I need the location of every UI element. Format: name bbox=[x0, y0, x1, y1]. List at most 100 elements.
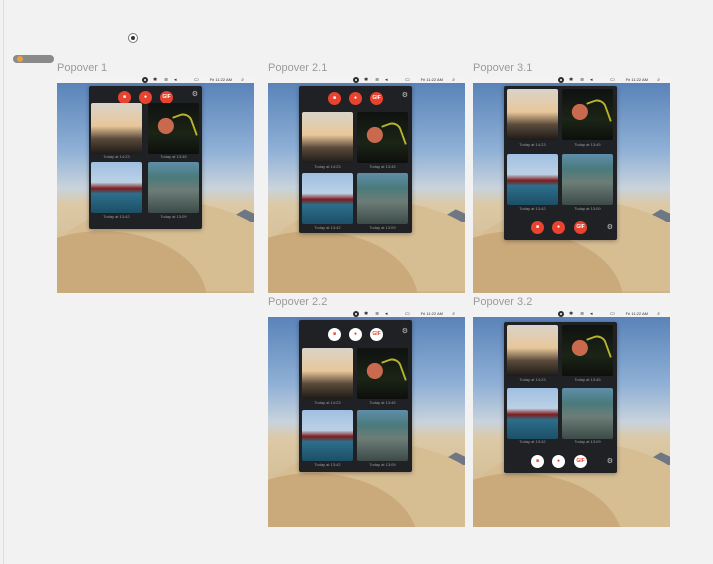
menu-clock[interactable]: Fri 11:22 AM bbox=[421, 311, 443, 317]
menu-clock[interactable]: Fri 11:22 AM bbox=[421, 77, 443, 83]
wifi-icon[interactable]: ≋ bbox=[375, 77, 379, 83]
capture-timestamp: Today at 13:45 bbox=[160, 154, 187, 159]
battery-icon[interactable]: ▭ bbox=[610, 311, 615, 317]
capture-timestamp: Today at 13:09 bbox=[369, 462, 396, 467]
capture-thumbnail[interactable] bbox=[357, 348, 408, 399]
settings-gear-icon[interactable]: ⚙ bbox=[402, 328, 408, 335]
bluetooth-icon[interactable]: ✱ bbox=[364, 311, 368, 317]
capture-thumbnail[interactable] bbox=[562, 89, 613, 140]
capture-thumbnail[interactable] bbox=[91, 162, 142, 213]
capture-thumbnail[interactable] bbox=[507, 154, 558, 205]
artboard-title-popover-3-2[interactable]: Popover 3.2 bbox=[473, 296, 532, 308]
menu-clock[interactable]: Fri 11:22 AM bbox=[626, 311, 648, 317]
capture-thumbnail[interactable] bbox=[562, 154, 613, 205]
wifi-icon[interactable]: ≋ bbox=[580, 311, 584, 317]
artboard-title-popover-2-2[interactable]: Popover 2.2 bbox=[268, 296, 327, 308]
capture-thumbnail[interactable] bbox=[302, 112, 353, 163]
capture-thumbnail[interactable] bbox=[302, 348, 353, 399]
capture-thumbnail[interactable] bbox=[148, 162, 199, 213]
volume-icon[interactable]: ◂ bbox=[385, 311, 388, 317]
record-gif-button[interactable]: GIF bbox=[574, 455, 587, 468]
menu-clock[interactable]: Fri 11:22 AM bbox=[626, 77, 648, 83]
capture-timestamp: Today at 14:23 bbox=[314, 164, 341, 169]
capture-timestamp: Today at 14:23 bbox=[314, 400, 341, 405]
record-video-button[interactable]: ■ bbox=[328, 92, 341, 105]
app-menu-icon[interactable] bbox=[558, 77, 564, 83]
app-menu-icon[interactable] bbox=[353, 77, 359, 83]
capture-thumbnail[interactable] bbox=[148, 103, 199, 154]
record-gif-button[interactable]: GIF bbox=[574, 221, 587, 234]
capture-thumbnail[interactable] bbox=[357, 173, 408, 224]
capture-thumbnail[interactable] bbox=[507, 325, 558, 376]
record-video-button[interactable]: ■ bbox=[328, 328, 341, 341]
screenshot-button[interactable]: ● bbox=[552, 221, 565, 234]
artboard-popover-2-2[interactable]: ✱ ≋ ◂ ▭ Fri 11:22 AM ⌕ ■ ● GIF ⚙ Today a… bbox=[268, 311, 465, 527]
search-icon[interactable]: ⌕ bbox=[241, 77, 244, 83]
bluetooth-icon[interactable]: ✱ bbox=[569, 311, 573, 317]
record-video-button[interactable]: ■ bbox=[531, 455, 544, 468]
artboard-popover-3-1[interactable]: ✱ ≋ ◂ ▭ Fri 11:22 AM ⌕ Today at 14:23 To… bbox=[473, 77, 670, 293]
battery-icon[interactable]: ▭ bbox=[405, 77, 410, 83]
record-video-button[interactable]: ■ bbox=[531, 221, 544, 234]
settings-gear-icon[interactable]: ⚙ bbox=[192, 91, 198, 98]
settings-gear-icon[interactable]: ⚙ bbox=[607, 224, 613, 231]
volume-icon[interactable]: ◂ bbox=[590, 77, 593, 83]
status-pill[interactable] bbox=[13, 55, 54, 63]
popover-panel: ■ ● GIF ⚙ Today at 14:23 Today at 13:45 … bbox=[89, 86, 202, 229]
bluetooth-icon[interactable]: ✱ bbox=[364, 77, 368, 83]
wifi-icon[interactable]: ≋ bbox=[164, 77, 168, 83]
popover-panel: ■ ● GIF ⚙ Today at 14:23 Today at 13:45 … bbox=[299, 320, 412, 472]
search-icon[interactable]: ⌕ bbox=[657, 311, 660, 317]
settings-gear-icon[interactable]: ⚙ bbox=[402, 92, 408, 99]
artboard-title-popover-2-1[interactable]: Popover 2.1 bbox=[268, 62, 327, 74]
menu-clock[interactable]: Fri 11:22 AM bbox=[210, 77, 232, 83]
capture-toolbar: ■ ● GIF ⚙ bbox=[504, 451, 617, 474]
app-menu-icon[interactable] bbox=[353, 311, 359, 317]
capture-thumbnail[interactable] bbox=[507, 89, 558, 140]
volume-icon[interactable]: ◂ bbox=[590, 311, 593, 317]
capture-timestamp: Today at 14:23 bbox=[519, 377, 546, 382]
screenshot-button[interactable]: ● bbox=[552, 455, 565, 468]
wifi-icon[interactable]: ≋ bbox=[580, 77, 584, 83]
capture-thumbnail[interactable] bbox=[91, 103, 142, 154]
capture-thumbnail[interactable] bbox=[562, 325, 613, 376]
capture-timestamp: Today at 13:45 bbox=[369, 164, 396, 169]
capture-thumbnail[interactable] bbox=[357, 410, 408, 461]
artboard-title-popover-3-1[interactable]: Popover 3.1 bbox=[473, 62, 532, 74]
artboard-popover-3-2[interactable]: ✱ ≋ ◂ ▭ Fri 11:22 AM ⌕ Today at 14:23 To… bbox=[473, 311, 670, 527]
settings-gear-icon[interactable]: ⚙ bbox=[607, 458, 613, 465]
capture-thumbnail[interactable] bbox=[302, 410, 353, 461]
target-icon[interactable] bbox=[128, 33, 138, 43]
screenshot-button[interactable]: ● bbox=[349, 92, 362, 105]
app-menu-icon[interactable] bbox=[142, 77, 148, 83]
search-icon[interactable]: ⌕ bbox=[452, 77, 455, 83]
bluetooth-icon[interactable]: ✱ bbox=[569, 77, 573, 83]
volume-icon[interactable]: ◂ bbox=[174, 77, 177, 83]
capture-thumbnail[interactable] bbox=[357, 112, 408, 163]
app-menu-icon[interactable] bbox=[558, 311, 564, 317]
volume-icon[interactable]: ◂ bbox=[385, 77, 388, 83]
battery-icon[interactable]: ▭ bbox=[405, 311, 410, 317]
record-gif-button[interactable]: GIF bbox=[370, 328, 383, 341]
capture-toolbar: ■ ● GIF ⚙ bbox=[504, 217, 617, 240]
battery-icon[interactable]: ▭ bbox=[194, 77, 199, 83]
capture-timestamp: Today at 13:45 bbox=[574, 377, 601, 382]
record-gif-button[interactable]: GIF bbox=[370, 92, 383, 105]
search-icon[interactable]: ⌕ bbox=[452, 311, 455, 317]
artboard-title-popover-1[interactable]: Popover 1 bbox=[57, 62, 107, 74]
search-icon[interactable]: ⌕ bbox=[657, 77, 660, 83]
capture-timestamp: Today at 14:23 bbox=[103, 154, 130, 159]
artboard-popover-2-1[interactable]: ✱ ≋ ◂ ▭ Fri 11:22 AM ⌕ ■ ● GIF ⚙ Today a… bbox=[268, 77, 465, 293]
capture-timestamp: Today at 13:09 bbox=[369, 225, 396, 230]
artboard-popover-1[interactable]: ✱ ≋ ◂ ▭ Fri 11:22 AM ⌕ ■ ● GIF ⚙ Today a… bbox=[57, 77, 254, 293]
bluetooth-icon[interactable]: ✱ bbox=[153, 77, 157, 83]
capture-timestamp: Today at 13:42 bbox=[314, 462, 341, 467]
battery-icon[interactable]: ▭ bbox=[610, 77, 615, 83]
wifi-icon[interactable]: ≋ bbox=[375, 311, 379, 317]
capture-timestamp: Today at 13:45 bbox=[369, 400, 396, 405]
capture-thumbnail[interactable] bbox=[507, 388, 558, 439]
menu-bar: ✱ ≋ ◂ ▭ Fri 11:22 AM ⌕ bbox=[268, 77, 465, 83]
screenshot-button[interactable]: ● bbox=[349, 328, 362, 341]
capture-thumbnail[interactable] bbox=[302, 173, 353, 224]
capture-thumbnail[interactable] bbox=[562, 388, 613, 439]
